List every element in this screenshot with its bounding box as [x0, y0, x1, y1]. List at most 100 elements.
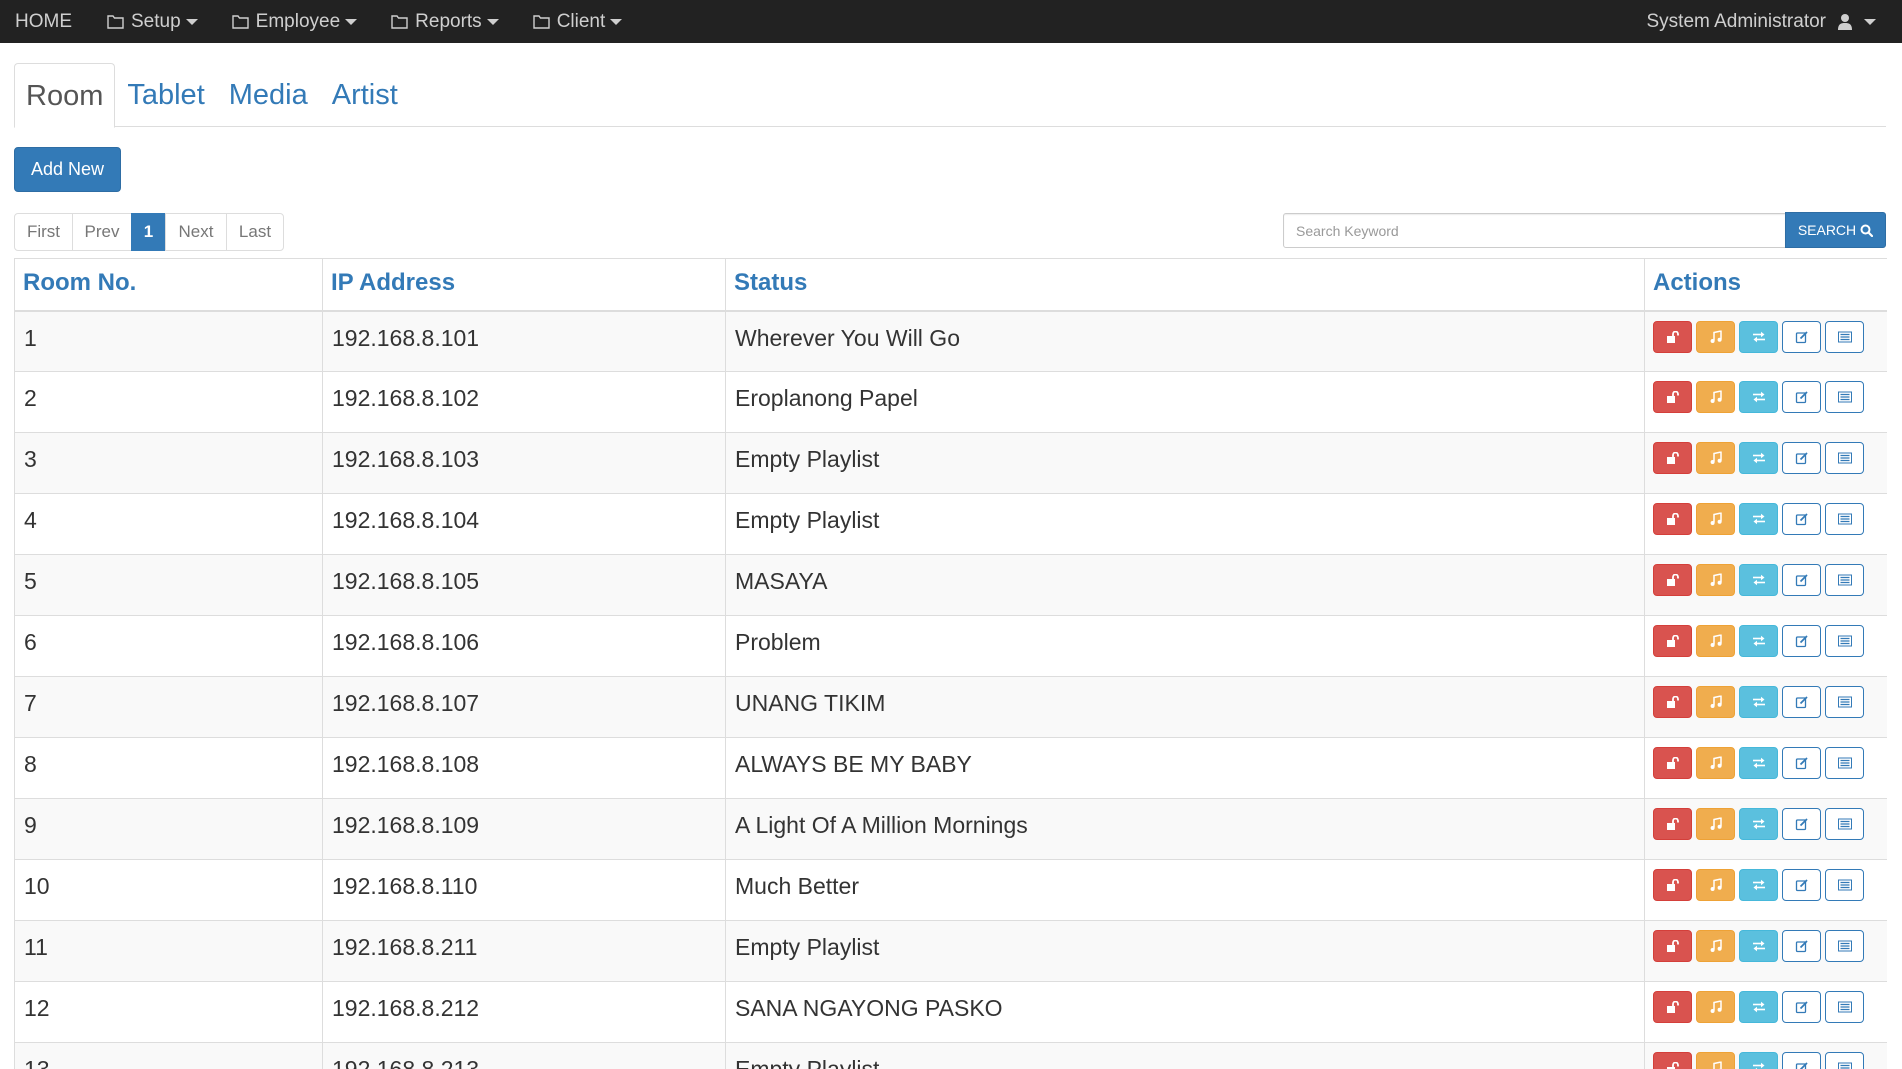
unlock-button[interactable] — [1653, 808, 1692, 840]
transfer-button[interactable] — [1739, 564, 1778, 596]
details-button[interactable] — [1825, 930, 1864, 962]
details-button[interactable] — [1825, 625, 1864, 657]
nav-client-menu[interactable]: Client — [516, 0, 640, 43]
transfer-button[interactable] — [1739, 1052, 1778, 1069]
tab-room[interactable]: Room — [14, 63, 116, 128]
cell-ip: 192.168.8.101 — [322, 310, 726, 372]
nav-setup-menu[interactable]: Setup — [90, 0, 215, 43]
cell-status: Empty Playlist — [725, 920, 1645, 982]
details-button[interactable] — [1825, 1052, 1864, 1069]
edit-button[interactable] — [1782, 991, 1821, 1023]
cell-ip: 192.168.8.105 — [322, 554, 726, 616]
user-menu[interactable]: System Administrator — [1647, 0, 1876, 43]
transfer-button[interactable] — [1739, 686, 1778, 718]
transfer-button[interactable] — [1739, 442, 1778, 474]
edit-button[interactable] — [1782, 381, 1821, 413]
details-button[interactable] — [1825, 991, 1864, 1023]
caret-down-icon — [1864, 18, 1876, 25]
details-button[interactable] — [1825, 442, 1864, 474]
music-button[interactable] — [1696, 564, 1735, 596]
page-first-button[interactable]: First — [14, 213, 73, 251]
music-button[interactable] — [1696, 442, 1735, 474]
details-button[interactable] — [1825, 869, 1864, 901]
music-button[interactable] — [1696, 381, 1735, 413]
unlock-button[interactable] — [1653, 320, 1692, 353]
page-last-button[interactable]: Last — [226, 213, 284, 251]
details-button[interactable] — [1825, 503, 1864, 535]
edit-button[interactable] — [1782, 320, 1821, 353]
page-prev-button[interactable]: Prev — [72, 213, 132, 251]
unlock-button[interactable] — [1653, 442, 1692, 474]
music-button[interactable] — [1696, 686, 1735, 718]
page-next-button[interactable]: Next — [165, 213, 227, 251]
cell-actions — [1644, 798, 1887, 860]
edit-button[interactable] — [1782, 747, 1821, 779]
transfer-button[interactable] — [1739, 625, 1778, 657]
edit-button[interactable] — [1782, 564, 1821, 596]
edit-button[interactable] — [1782, 503, 1821, 535]
edit-button[interactable] — [1782, 442, 1821, 474]
page-current-button[interactable]: 1 — [131, 213, 166, 251]
nav-reports-label: Reports — [415, 10, 482, 32]
column-header-room[interactable]: Room No. — [14, 258, 323, 312]
nav-reports-menu[interactable]: Reports — [374, 0, 516, 43]
cell-status: A Light Of A Million Mornings — [725, 798, 1645, 860]
music-button[interactable] — [1696, 625, 1735, 657]
details-button[interactable] — [1825, 381, 1864, 413]
music-button[interactable] — [1696, 747, 1735, 779]
nav-employee-menu[interactable]: Employee — [215, 0, 375, 43]
transfer-button[interactable] — [1739, 991, 1778, 1023]
nav-home-link[interactable]: HOME — [0, 0, 90, 43]
cell-room: 11 — [14, 920, 323, 982]
unlock-button[interactable] — [1653, 686, 1692, 718]
edit-button[interactable] — [1782, 808, 1821, 840]
transfer-button[interactable] — [1739, 869, 1778, 901]
details-button[interactable] — [1825, 320, 1864, 353]
unlock-button[interactable] — [1653, 1052, 1692, 1069]
tab-media[interactable]: Media — [217, 63, 320, 127]
details-button[interactable] — [1825, 686, 1864, 718]
edit-button[interactable] — [1782, 625, 1821, 657]
column-header-ip[interactable]: IP Address — [322, 258, 726, 312]
music-button[interactable] — [1696, 503, 1735, 535]
edit-button[interactable] — [1782, 686, 1821, 718]
column-header-status[interactable]: Status — [725, 258, 1645, 312]
edit-button[interactable] — [1782, 930, 1821, 962]
search-input[interactable] — [1283, 213, 1786, 248]
music-button[interactable] — [1696, 1052, 1735, 1069]
music-button[interactable] — [1696, 930, 1735, 962]
transfer-button[interactable] — [1739, 381, 1778, 413]
details-button[interactable] — [1825, 564, 1864, 596]
transfer-button[interactable] — [1739, 747, 1778, 779]
tab-artist[interactable]: Artist — [320, 63, 410, 127]
transfer-button[interactable] — [1739, 503, 1778, 535]
unlock-button[interactable] — [1653, 991, 1692, 1023]
cell-room: 10 — [14, 859, 323, 921]
top-navbar: HOME Setup Employee Reports Client Syste… — [0, 0, 1902, 43]
transfer-button[interactable] — [1739, 808, 1778, 840]
music-button[interactable] — [1696, 869, 1735, 901]
unlock-button[interactable] — [1653, 930, 1692, 962]
table-row: 9 192.168.8.109 A Light Of A Million Morni… — [14, 798, 1887, 860]
unlock-button[interactable] — [1653, 564, 1692, 596]
details-button[interactable] — [1825, 747, 1864, 779]
cell-ip: 192.168.8.213 — [322, 1042, 726, 1069]
unlock-button[interactable] — [1653, 625, 1692, 657]
transfer-button[interactable] — [1739, 320, 1778, 353]
unlock-button[interactable] — [1653, 747, 1692, 779]
tab-tablet[interactable]: Tablet — [115, 63, 216, 127]
add-new-button[interactable]: Add New — [14, 147, 121, 192]
music-button[interactable] — [1696, 320, 1735, 353]
cell-room: 9 — [14, 798, 323, 860]
unlock-button[interactable] — [1653, 869, 1692, 901]
edit-button[interactable] — [1782, 869, 1821, 901]
nav-menu: HOME Setup Employee Reports Client — [0, 0, 639, 43]
edit-button[interactable] — [1782, 1052, 1821, 1069]
music-button[interactable] — [1696, 808, 1735, 840]
search-button[interactable]: SEARCH — [1785, 212, 1886, 248]
unlock-button[interactable] — [1653, 503, 1692, 535]
transfer-button[interactable] — [1739, 930, 1778, 962]
music-button[interactable] — [1696, 991, 1735, 1023]
details-button[interactable] — [1825, 808, 1864, 840]
unlock-button[interactable] — [1653, 381, 1692, 413]
